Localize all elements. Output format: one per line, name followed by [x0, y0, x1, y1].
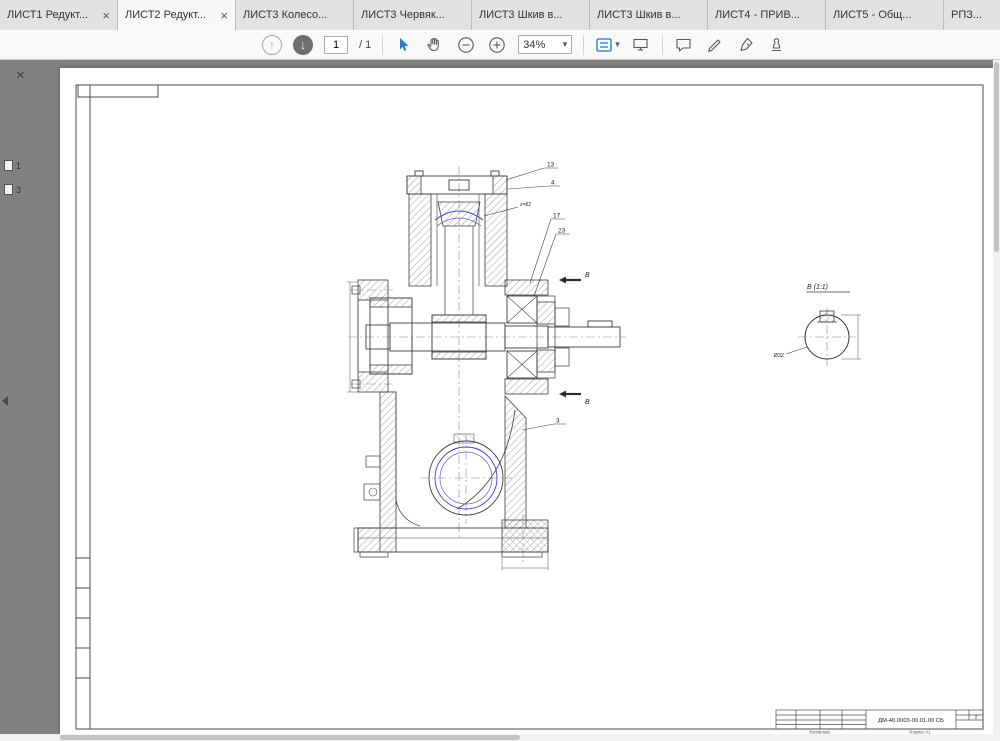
chevron-down-icon: ▾ — [615, 39, 620, 50]
engineering-drawing: В В 13 4 17 23 3 z=82 — [60, 68, 993, 734]
tab-label: ЛИСТ1 Редукт... — [7, 9, 98, 21]
detail-view — [805, 292, 850, 359]
tab-close-icon[interactable]: × — [220, 9, 228, 22]
vertical-scrollbar[interactable] — [993, 60, 1000, 734]
tab-close-icon[interactable]: × — [102, 9, 110, 22]
gear-note: z=82 — [520, 202, 531, 208]
bookmark-item[interactable]: 1 — [4, 160, 21, 171]
tab-sheet3-koleso[interactable]: ЛИСТ3 Колесо... — [236, 0, 354, 30]
zoom-level-value: 34% — [523, 39, 545, 51]
tab-label: ЛИСТ2 Редукт... — [125, 9, 216, 21]
zoom-in-icon — [487, 35, 507, 55]
arrow-up-icon: ↑ — [269, 38, 275, 52]
bookmark-item[interactable]: 3 — [4, 184, 21, 195]
tab-label: ЛИСТ5 - Общ... — [833, 9, 936, 21]
panel-close-button[interactable]: × — [16, 68, 25, 83]
drawing-frame — [76, 85, 983, 729]
fit-page-icon — [595, 36, 613, 54]
zoom-out-icon — [456, 35, 476, 55]
callout-13: 13 — [547, 162, 555, 169]
crosshatch-overlay — [502, 520, 548, 552]
section-label-upper: В — [585, 272, 590, 279]
callout-17: 17 — [553, 213, 561, 220]
toolbar-divider — [662, 35, 663, 55]
tab-bar: ЛИСТ1 Редукт... × ЛИСТ2 Редукт... × ЛИСТ… — [0, 0, 1000, 30]
tab-rpz[interactable]: РПЗ... — [944, 0, 1000, 30]
fit-page-button[interactable]: ▾ — [595, 36, 620, 54]
tab-sheet5-obshy[interactable]: ЛИСТ5 - Общ... — [826, 0, 944, 30]
tab-label: РПЗ... — [951, 9, 1000, 21]
zoom-level-select[interactable]: 34% ▾ — [518, 35, 572, 54]
tab-label: ЛИСТ3 Шкив в... — [479, 9, 582, 21]
bookmark-label: 1 — [16, 161, 21, 171]
hand-tool-button[interactable] — [425, 35, 445, 55]
tab-sheet3-chervyak[interactable]: ЛИСТ3 Червяк... — [354, 0, 472, 30]
select-arrow-icon — [394, 35, 414, 55]
tab-sheet2-active[interactable]: ЛИСТ2 Редукт... × — [118, 0, 236, 30]
select-tool-button[interactable] — [394, 35, 414, 55]
vertical-scrollbar-thumb[interactable] — [994, 62, 999, 252]
highlight-tool-button[interactable] — [705, 35, 725, 55]
comment-tool-button[interactable] — [674, 35, 694, 55]
hand-icon — [425, 35, 445, 55]
page-icon — [4, 184, 13, 195]
hatched-sections — [358, 176, 834, 552]
page-count-label: / 1 — [359, 39, 371, 51]
detail-title: В (1:1) — [807, 284, 828, 291]
page-number-input[interactable] — [324, 36, 348, 54]
arrow-down-icon: ↓ — [300, 38, 306, 52]
tab-label: ЛИСТ3 Колесо... — [243, 9, 346, 21]
toolbar-divider — [382, 35, 383, 55]
document-canvas: × 1 3 — [0, 60, 1000, 741]
next-page-button[interactable]: ↓ — [293, 35, 313, 55]
tab-label: ЛИСТ3 Червяк... — [361, 9, 464, 21]
callout-23: 23 — [558, 228, 566, 235]
pdf-page: В В 13 4 17 23 3 z=82 — [60, 68, 993, 734]
horizontal-scrollbar-thumb[interactable] — [60, 735, 520, 740]
pencil-icon — [705, 35, 725, 55]
panel-collapse-handle[interactable] — [0, 390, 10, 412]
tab-label: ЛИСТ4 - ПРИВ... — [715, 9, 818, 21]
screen-icon — [631, 35, 651, 55]
page-icon — [4, 160, 13, 171]
callout-4: 4 — [551, 180, 555, 187]
stamp-tool-button[interactable] — [767, 35, 787, 55]
bookmarks-panel: 1 3 — [4, 160, 21, 195]
tab-sheet3-shkiv1[interactable]: ЛИСТ3 Шкив в... — [472, 0, 590, 30]
sign-tool-button[interactable] — [736, 35, 756, 55]
comment-bubble-icon — [674, 35, 694, 55]
fountain-pen-icon — [736, 35, 756, 55]
zoom-in-button[interactable] — [487, 35, 507, 55]
callout-3: 3 — [556, 418, 560, 425]
stamp-icon — [767, 35, 787, 55]
chevron-down-icon: ▾ — [563, 39, 568, 50]
toolbar-divider — [583, 35, 584, 55]
tab-sheet1[interactable]: ЛИСТ1 Редукт... × — [0, 0, 118, 30]
prev-page-button[interactable]: ↑ — [262, 35, 282, 55]
dimension-lines — [347, 282, 861, 570]
tab-sheet3-shkiv2[interactable]: ЛИСТ3 Шкив в... — [590, 0, 708, 30]
section-label-lower: В — [585, 399, 590, 406]
zoom-out-button[interactable] — [456, 35, 476, 55]
tab-sheet4-privod[interactable]: ЛИСТ4 - ПРИВ... — [708, 0, 826, 30]
main-toolbar: ↑ ↓ / 1 34% ▾ — [0, 30, 1000, 60]
tab-label: ЛИСТ3 Шкив в... — [597, 9, 700, 21]
reading-mode-button[interactable] — [631, 35, 651, 55]
horizontal-scrollbar[interactable] — [0, 734, 1000, 741]
detail-dimension: Ø32 — [774, 353, 784, 359]
chevron-left-icon — [2, 396, 8, 406]
bookmark-label: 3 — [16, 185, 21, 195]
title-block-doc-number: ДМ-40.0003-00.01.00 СБ — [878, 718, 944, 724]
